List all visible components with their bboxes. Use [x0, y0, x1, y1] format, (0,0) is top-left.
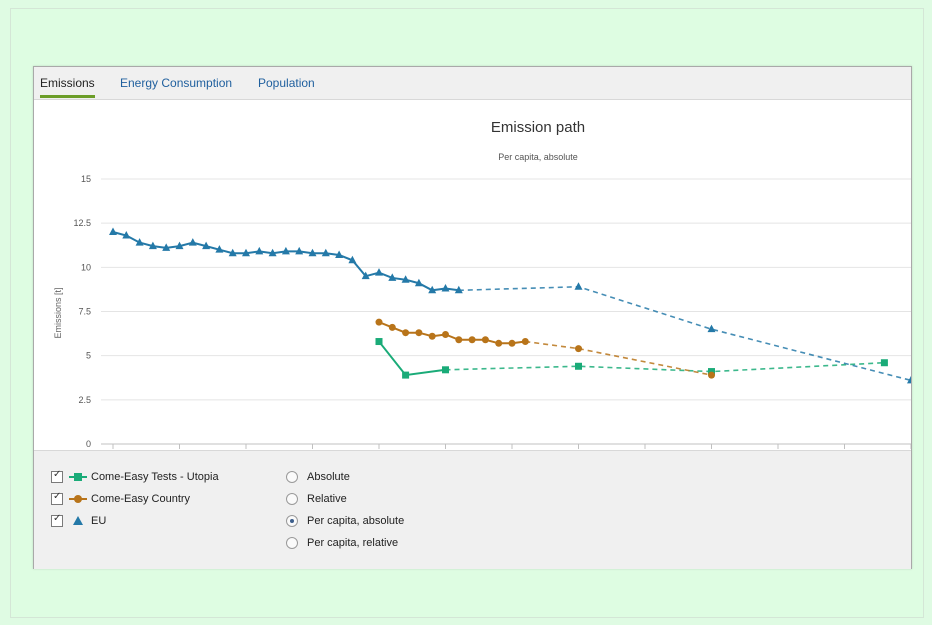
y-tick-label: 2.5	[78, 395, 91, 405]
data-point[interactable]	[402, 329, 410, 337]
chart-title: Emission path	[491, 119, 585, 136]
data-point[interactable]	[375, 318, 383, 326]
data-point[interactable]	[188, 238, 197, 246]
legend-series-eu[interactable]: EU	[51, 513, 106, 529]
data-point[interactable]	[255, 246, 264, 255]
projection-line	[458, 285, 911, 382]
tab-emissions[interactable]: Emissions	[40, 76, 95, 98]
legend-area: Come-Easy Tests - Utopia Come-Easy Count…	[34, 450, 911, 569]
series-lines	[109, 227, 911, 384]
data-point[interactable]	[575, 362, 582, 370]
mode-option-absolute[interactable]: Absolute	[286, 469, 350, 485]
checkbox-country[interactable]	[51, 491, 63, 505]
radio-per-capita-relative[interactable]	[286, 537, 298, 549]
chart-subtitle: Per capita, absolute	[498, 152, 578, 162]
data-point[interactable]	[455, 336, 463, 344]
data-point[interactable]	[708, 371, 715, 379]
data-point[interactable]	[574, 282, 583, 290]
data-point[interactable]	[508, 339, 516, 347]
data-point[interactable]	[880, 359, 888, 367]
y-tick-label: 10	[81, 262, 91, 272]
y-tick-label: 12.5	[73, 218, 91, 228]
data-point[interactable]	[521, 338, 529, 346]
grid-lines	[101, 178, 911, 445]
data-point[interactable]	[428, 332, 436, 340]
data-point[interactable]	[388, 323, 396, 331]
series-line	[378, 321, 526, 345]
y-tick-label: 5	[86, 351, 91, 361]
series-line	[378, 340, 446, 377]
y-tick-label: 0	[86, 439, 91, 449]
legend-label-country: Come-Easy Country	[91, 493, 191, 505]
data-point[interactable]	[481, 336, 489, 344]
mode-label-per-capita-relative: Per capita, relative	[307, 537, 399, 549]
emission-path-chart: 0 2.5 5 7.5 10 12.5 15 Emission path Per capit…	[53, 119, 911, 449]
radio-absolute[interactable]	[286, 471, 298, 483]
y-tick-label: 15	[81, 174, 91, 184]
data-point[interactable]	[495, 339, 503, 347]
triangle-marker-icon	[73, 516, 83, 525]
data-point[interactable]	[402, 371, 410, 379]
data-point[interactable]	[442, 366, 449, 374]
legend-series-country[interactable]: Come-Easy Country	[51, 491, 190, 507]
projection-line	[445, 361, 885, 373]
checkbox-eu[interactable]	[51, 513, 63, 527]
data-point[interactable]	[109, 227, 117, 236]
mode-label-relative: Relative	[307, 493, 347, 505]
radio-relative[interactable]	[286, 493, 298, 505]
data-point[interactable]	[375, 268, 383, 276]
data-point[interactable]	[575, 345, 582, 353]
data-point[interactable]	[375, 338, 383, 346]
y-tick-label: 7.5	[78, 307, 91, 317]
tab-energy-consumption[interactable]: Energy Consumption	[120, 76, 232, 90]
data-point[interactable]	[468, 336, 476, 344]
mode-option-relative[interactable]: Relative	[286, 491, 347, 507]
legend-series-utopia[interactable]: Come-Easy Tests - Utopia	[51, 469, 219, 485]
legend-label-utopia: Come-Easy Tests - Utopia	[91, 471, 219, 483]
data-point[interactable]	[442, 330, 449, 338]
mode-label-per-capita-absolute: Per capita, absolute	[307, 515, 405, 527]
mode-option-per-capita-absolute[interactable]: Per capita, absolute	[286, 513, 404, 529]
checkbox-utopia[interactable]	[51, 469, 63, 483]
tab-population[interactable]: Population	[258, 76, 315, 90]
emissions-panel: Emissions Energy Consumption Population …	[33, 66, 912, 569]
legend-label-eu: EU	[91, 515, 107, 527]
tab-bar: Emissions Energy Consumption Population	[34, 67, 911, 100]
radio-per-capita-absolute[interactable]	[286, 515, 298, 527]
data-point[interactable]	[415, 329, 423, 337]
data-point[interactable]	[441, 284, 450, 292]
circle-marker-icon	[69, 495, 87, 503]
square-marker-icon	[69, 473, 87, 481]
mode-option-per-capita-relative[interactable]: Per capita, relative	[286, 535, 398, 551]
mode-label-absolute: Absolute	[307, 471, 350, 483]
y-axis-label: Emissions [t]	[53, 287, 63, 338]
